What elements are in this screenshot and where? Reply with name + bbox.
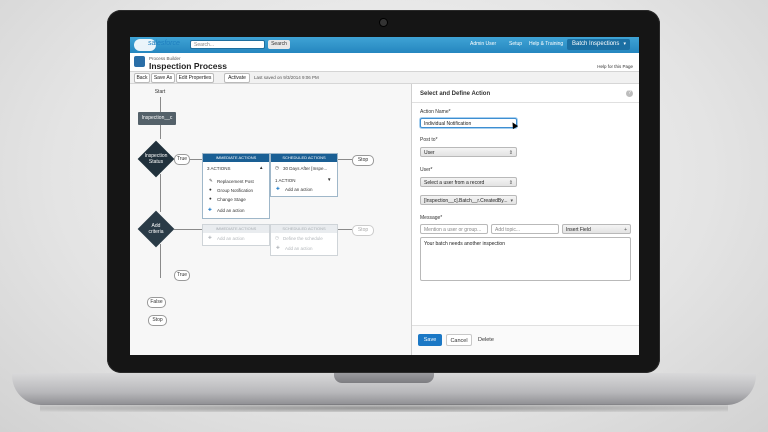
process-canvas[interactable]: Start Inspection__c Inspection Status Tru… (130, 84, 411, 355)
topic-input[interactable]: Add topic... (491, 224, 559, 234)
actions-count[interactable]: 3 ACTIONS (207, 166, 231, 171)
immediate-actions-box-2[interactable]: IMMEDIATE ACTIONS ✚ Add an action (202, 224, 270, 246)
select-caret-icon: ⇕ (508, 150, 513, 156)
connector (160, 244, 161, 278)
edit-properties-button[interactable]: Edit Properties (176, 73, 214, 83)
action-panel: Select and Define Action ? Action Name* … (411, 84, 639, 355)
save-status: Last saved on 9/3/2014 9:06 PM (254, 75, 319, 80)
help-training-link[interactable]: Help & Training (529, 41, 563, 47)
immediate-actions-header-2: IMMEDIATE ACTIONS (203, 225, 269, 233)
connector (160, 174, 161, 212)
panel-footer: Save Cancel Delete (412, 325, 639, 355)
search-input[interactable]: Search... (190, 40, 265, 49)
chevron-down-icon: ▾ (623, 41, 626, 47)
stop-node-bottom: Stop (148, 315, 167, 326)
screen: salesforce Search... Search Admin User S… (130, 37, 639, 355)
add-icon: ✚ (276, 186, 280, 191)
scheduled-actions-box-2[interactable]: SCHEDULED ACTIONS ◷ Define the schedule … (270, 224, 338, 256)
chevron-up-icon[interactable]: ▲ (259, 165, 263, 170)
add-icon: ✚ (276, 245, 280, 250)
user-select[interactable]: Select a user from a record ⇕ (420, 177, 517, 187)
pencil-icon: ✎ (209, 178, 213, 183)
true-label-2: True (174, 270, 190, 281)
app-menu-label: Batch Inspections (572, 41, 620, 47)
object-node[interactable]: Inspection__c (138, 112, 176, 125)
add-icon: ✚ (208, 207, 212, 212)
scheduled-actions-box[interactable]: SCHEDULED ACTIONS ◷ 30 Days After [Inspe… (270, 153, 338, 197)
connector (336, 229, 352, 230)
true-label: True (174, 154, 190, 165)
laptop-shadow (40, 404, 728, 412)
action-item[interactable]: Group Notification (217, 188, 253, 193)
app-header: salesforce Search... Search Admin User S… (130, 37, 639, 53)
user-menu[interactable]: Admin User (470, 41, 496, 47)
search-button[interactable]: Search (268, 40, 290, 49)
stop-node: Stop (352, 155, 374, 166)
message-label: Message* (420, 215, 443, 221)
add-scheduled-action-link-2[interactable]: Add an action (285, 246, 313, 251)
camera-icon (380, 19, 387, 26)
action-name-field[interactable]: Individual Notification (420, 118, 517, 128)
connector (174, 229, 202, 230)
scheduled-actions-header: SCHEDULED ACTIONS (271, 154, 337, 162)
mention-input[interactable]: Mention a user or group... (420, 224, 488, 234)
add-action-link-2[interactable]: Add an action (217, 236, 245, 241)
save-button[interactable]: Save (418, 334, 442, 346)
help-icon[interactable]: ? (626, 90, 633, 97)
activate-button[interactable]: Activate (224, 73, 250, 83)
back-button[interactable]: Back (134, 73, 150, 83)
add-scheduled-action-link[interactable]: Add an action (285, 187, 313, 192)
post-to-select[interactable]: User ⇕ (420, 147, 517, 157)
page-title: Inspection Process (149, 61, 227, 71)
connector (160, 97, 161, 113)
add-icon: ✚ (208, 235, 212, 240)
save-as-button[interactable]: Save As (151, 73, 175, 83)
group-icon: ● (209, 187, 212, 192)
start-label: Start (154, 89, 166, 95)
define-schedule-link[interactable]: Define the schedule (283, 236, 323, 241)
cancel-button[interactable]: Cancel (446, 334, 472, 346)
schedule-label[interactable]: 30 Days After [Inspe... (283, 166, 327, 171)
action-name-label: Action Name* (420, 109, 451, 115)
page-title-bar: Process Builder Inspection Process Help … (130, 53, 639, 72)
chevron-down-icon[interactable]: ▼ (327, 177, 331, 182)
panel-title: Select and Define Action (420, 91, 491, 97)
process-builder-icon (134, 56, 145, 67)
help-link[interactable]: Help for this Page (597, 64, 633, 69)
immediate-actions-header: IMMEDIATE ACTIONS (203, 154, 269, 162)
action-item[interactable]: Change Stage (217, 197, 246, 202)
connector (336, 159, 352, 160)
scheduled-actions-header-2: SCHEDULED ACTIONS (271, 225, 337, 233)
toolbar: Back Save As Edit Properties Activate La… (130, 72, 639, 84)
clock-icon: ◷ (275, 165, 279, 170)
connector (160, 124, 161, 139)
setup-link[interactable]: Setup (509, 41, 522, 47)
scheduled-count[interactable]: 1 ACTION (275, 178, 296, 183)
user-label: User* (420, 167, 433, 173)
stop-node-2: Stop (352, 225, 374, 236)
brand-logo: salesforce (148, 40, 180, 47)
post-to-label: Post to* (420, 137, 438, 143)
message-textarea[interactable]: Your batch needs another inspection (420, 237, 631, 281)
record-field-select[interactable]: [Inspection__c].Batch__r.CreatedBy... ▾ (420, 195, 517, 205)
chevron-down-icon: ▾ (510, 198, 513, 204)
plus-icon: + (624, 227, 627, 233)
app-menu-button[interactable]: Batch Inspections ▾ (567, 39, 630, 50)
immediate-actions-box[interactable]: IMMEDIATE ACTIONS 3 ACTIONS ▲ ✎ Replacem… (202, 153, 270, 219)
divider (412, 102, 639, 103)
clock-icon: ◷ (275, 235, 279, 240)
false-label-2: False (147, 297, 166, 308)
laptop-notch (334, 373, 434, 383)
record-icon: ● (209, 196, 212, 201)
criteria-label: Inspection Status (144, 153, 168, 165)
action-item[interactable]: Replacement Post (217, 179, 254, 184)
add-action-link[interactable]: Add an action (217, 208, 245, 213)
delete-button[interactable]: Delete (478, 334, 494, 346)
select-caret-icon: ⇕ (508, 180, 513, 186)
insert-field-button[interactable]: Insert Field + (562, 224, 631, 234)
add-criteria-label: Add criteria (148, 223, 164, 235)
